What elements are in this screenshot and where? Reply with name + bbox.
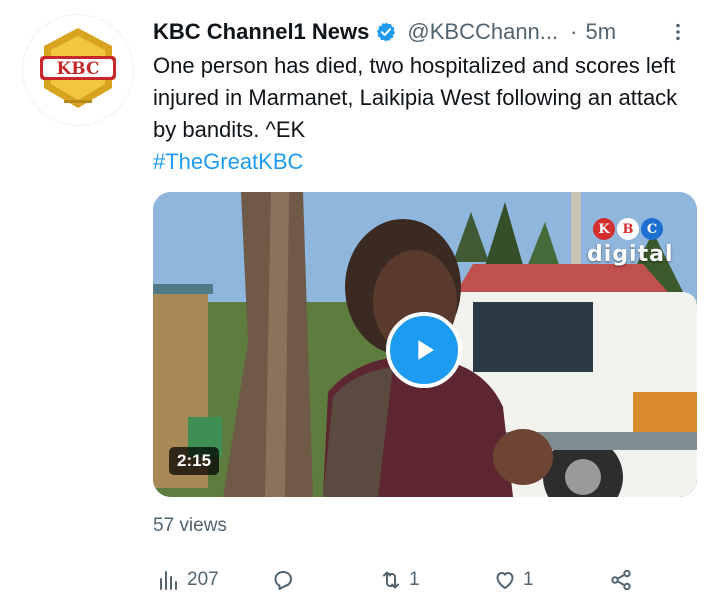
watermark-letter: B [617, 218, 639, 240]
timestamp[interactable]: 5m [585, 19, 616, 45]
watermark-letter: C [641, 218, 663, 240]
watermark-word: digital [587, 242, 674, 267]
tweet-body: One person has died, two hospitalized an… [153, 53, 678, 142]
analytics-icon [160, 571, 177, 590]
kbc-digital-watermark: K B C digital [583, 218, 683, 274]
reply-icon [274, 571, 292, 590]
reply-button[interactable] [271, 562, 301, 598]
retweet-count: 1 [409, 569, 420, 590]
tweet-card[interactable]: KBC KBC Channel1 News @KBCChann... · 5m … [0, 0, 720, 601]
watermark-letter: K [593, 218, 615, 240]
avatar-logo-text: KBC [57, 59, 100, 79]
more-icon [676, 23, 680, 41]
analytics-button[interactable]: 207 [157, 562, 219, 598]
share-icon [611, 569, 631, 591]
view-count[interactable]: 57 views [153, 515, 227, 537]
share-button[interactable] [609, 562, 633, 598]
video-duration-badge: 2:15 [169, 447, 220, 475]
verified-badge-icon [377, 22, 396, 42]
display-name[interactable]: KBC Channel1 News [153, 19, 369, 45]
like-count: 1 [523, 569, 534, 590]
hashtag-link[interactable]: #TheGreatKBC [153, 146, 303, 178]
like-icon [496, 572, 514, 589]
tweet-text: One person has died, two hospitalized an… [153, 50, 693, 178]
play-button[interactable] [386, 312, 462, 388]
tweet-header: KBC Channel1 News @KBCChann... · 5m [153, 15, 693, 49]
avatar[interactable]: KBC [22, 14, 134, 126]
action-bar: 207 1 1 [153, 562, 693, 598]
kbc-logo-icon: KBC [40, 28, 116, 108]
handle[interactable]: @KBCChann... [407, 19, 558, 45]
video-player[interactable]: K B C digital 2:15 [153, 192, 697, 497]
retweet-icon [383, 571, 399, 589]
more-button[interactable] [663, 17, 693, 47]
analytics-count: 207 [187, 569, 219, 590]
play-icon [418, 340, 434, 360]
like-button[interactable]: 1 [493, 562, 534, 598]
retweet-button[interactable]: 1 [379, 562, 420, 598]
separator-dot: · [570, 19, 578, 44]
